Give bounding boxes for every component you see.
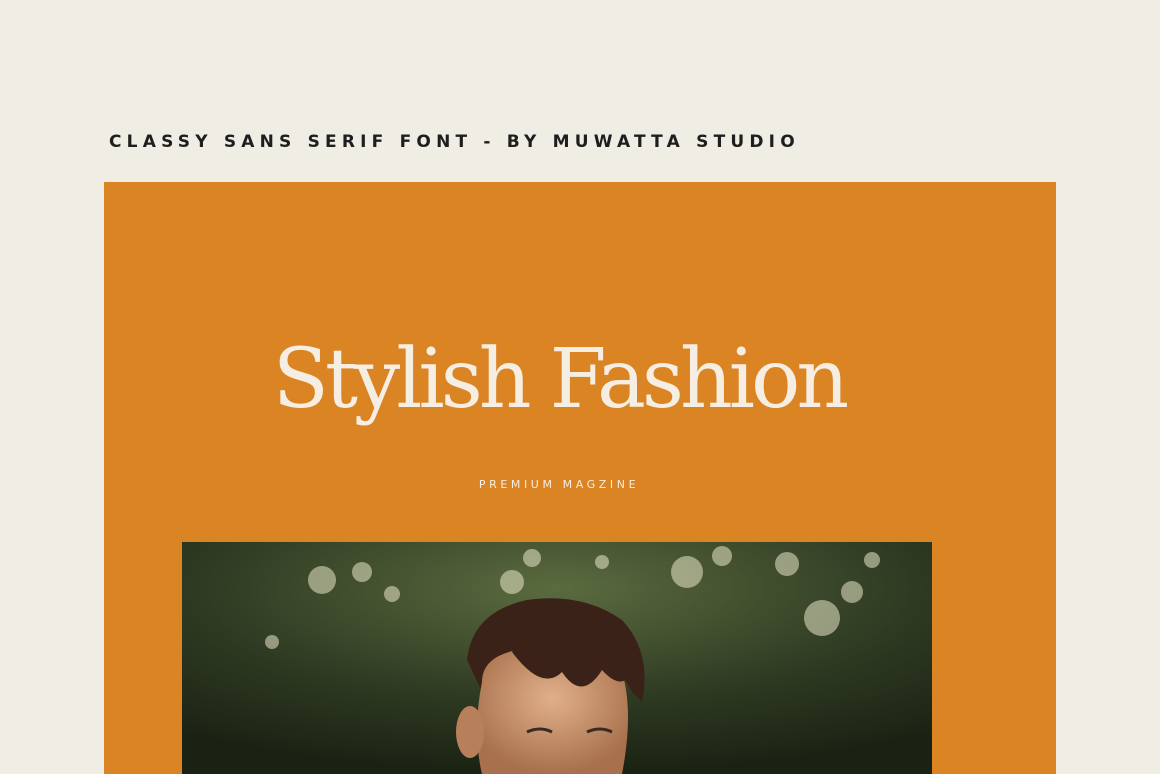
portrait-photo xyxy=(182,542,932,774)
top-caption: CLASSY SANS SERIF FONT - BY MUWATTA STUD… xyxy=(109,132,800,152)
portrait-photo-illustration xyxy=(182,542,932,774)
poster-headline: Stylish Fashion xyxy=(272,332,849,427)
poster-subline: PREMIUM MAGZINE xyxy=(478,478,640,491)
poster: Stylish Fashion PREMIUM MAGZINE xyxy=(104,182,1056,774)
